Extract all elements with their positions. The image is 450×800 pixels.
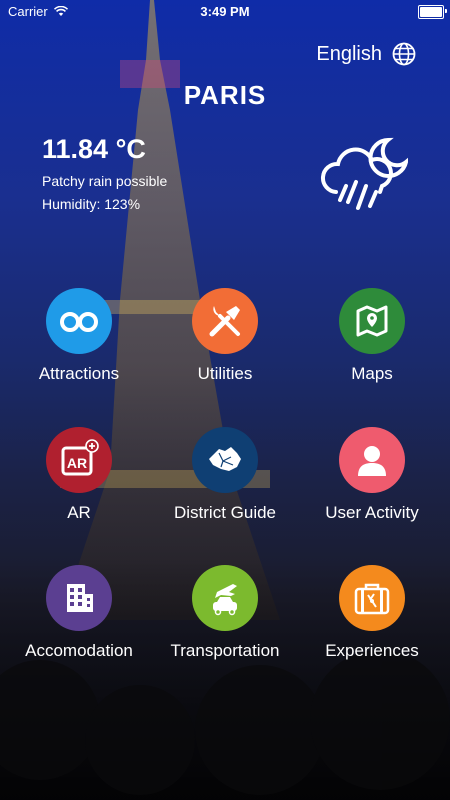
language-label: English: [316, 42, 382, 65]
status-bar: Carrier 3:49 PM: [0, 0, 450, 22]
svg-text:AR: AR: [67, 455, 87, 471]
menu-label: User Activity: [325, 503, 419, 522]
eiffel-tower-background: [0, 0, 450, 800]
weather-description: Patchy rain possible: [42, 173, 168, 189]
menu-label: AR: [67, 503, 91, 522]
humidity-value: Humidity: 123%: [42, 196, 141, 212]
weather-panel: 11.84 °C Patchy rain possible Humidity: …: [42, 134, 167, 212]
menu-item-attractions[interactable]: Attractions: [4, 288, 154, 384]
binoculars-icon: [46, 288, 112, 354]
menu-item-experiences[interactable]: Experiences: [297, 565, 447, 661]
menu-label: Utilities: [197, 364, 253, 383]
user-icon: [339, 427, 405, 493]
tools-icon: [192, 288, 258, 354]
globe-icon: [392, 42, 416, 66]
menu-item-utilities[interactable]: Utilities: [150, 288, 300, 384]
district-map-icon: [192, 427, 258, 493]
temperature-value: 11.84 °C: [42, 134, 146, 164]
cloud-rain-moon-icon: [320, 137, 408, 210]
menu-label: Transportation: [170, 641, 280, 660]
city-title: PARIS: [183, 80, 267, 110]
map-pin-icon: [339, 288, 405, 354]
building-icon: [46, 565, 112, 631]
menu-item-accomodation[interactable]: Accomodation: [4, 565, 154, 661]
car-plane-icon: [192, 565, 258, 631]
menu-item-transportation[interactable]: Transportation: [150, 565, 300, 661]
suitcase-icon: [339, 565, 405, 631]
menu-item-user-activity[interactable]: User Activity: [297, 427, 447, 523]
language-selector[interactable]: English: [316, 42, 416, 66]
menu-item-district-guide[interactable]: District Guide: [150, 427, 300, 523]
menu-label: Maps: [351, 364, 393, 383]
ar-icon: AR: [46, 427, 112, 493]
menu-label: Experiences: [325, 641, 419, 660]
status-time: 3:49 PM: [200, 4, 250, 19]
menu-item-maps[interactable]: Maps: [297, 288, 447, 384]
menu-item-ar[interactable]: AR AR: [4, 427, 154, 523]
menu-label: Accomodation: [25, 641, 133, 660]
menu-label: District Guide: [173, 503, 277, 522]
menu-label: Attractions: [38, 364, 120, 383]
battery-icon: [418, 5, 447, 19]
